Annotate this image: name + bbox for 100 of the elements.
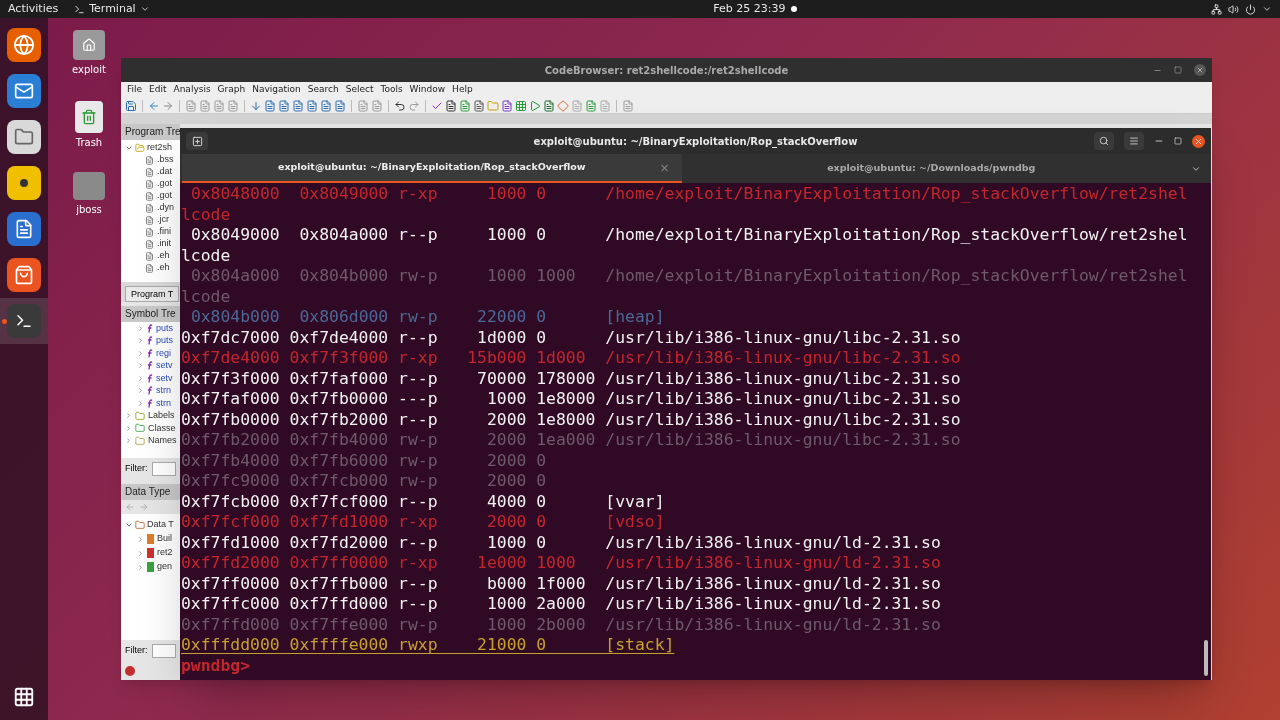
file-icon: [145, 215, 154, 225]
close-button[interactable]: [1194, 64, 1206, 76]
terminal-line: 0xfffdd000 0xffffe000 rwxp 21000 0 [stack]: [181, 635, 676, 656]
save-icon[interactable]: [125, 99, 137, 112]
menu-item[interactable]: Select: [345, 83, 374, 97]
panel-tab[interactable]: Program T: [125, 286, 180, 302]
tree-item[interactable]: .bss: [157, 153, 174, 167]
function-icon: [147, 348, 153, 358]
terminal-tab[interactable]: exploit@ubuntu: ~/Downloads/pwndbg: [681, 154, 1181, 183]
menu-item[interactable]: Tools: [380, 83, 403, 97]
activities-button[interactable]: Activities: [8, 0, 59, 18]
document-icon[interactable]: [445, 99, 457, 112]
file-icon: [145, 263, 154, 273]
filter-field[interactable]: [151, 644, 176, 658]
tree-item[interactable]: puts: [156, 334, 173, 348]
browser-icon[interactable]: [7, 28, 41, 62]
file-icon: [145, 239, 154, 249]
home-folder-icon[interactable]: [73, 30, 105, 60]
search-icon: [1099, 136, 1109, 146]
desktop-icon-label: Trash: [75, 136, 103, 150]
terminal-line: 0x8049000 0x804a000 r--p 1000 0 /home/exploit/BinaryExploitation/Rop_stackOverflow/ret2shellcode: [181, 225, 1189, 266]
tree-item[interactable]: ret2sh: [147, 141, 172, 155]
tree-item[interactable]: Names: [148, 434, 177, 448]
tree-item[interactable]: .init: [157, 237, 171, 251]
terminal-line: 0xf7fcf000 0xf7fd1000 r-xp 2000 0 [vdso]: [181, 512, 666, 533]
tree-item[interactable]: gen: [157, 560, 173, 574]
tree-item[interactable]: Labels: [148, 409, 175, 423]
tree-item[interactable]: Classe: [148, 421, 176, 435]
desktop-icon-label: exploit: [72, 63, 106, 77]
document-icon[interactable]: [7, 212, 41, 246]
tree-item[interactable]: .jcr: [157, 213, 169, 227]
tree-item[interactable]: .dyn: [157, 201, 174, 215]
volume-icon[interactable]: [1228, 3, 1239, 15]
scrollbar[interactable]: [1204, 640, 1208, 676]
tree-item[interactable]: .eh: [157, 249, 170, 263]
tree-item[interactable]: .dat: [157, 165, 172, 179]
tree-item[interactable]: .got: [157, 177, 172, 191]
function-icon: [147, 398, 153, 408]
tree-item[interactable]: ret2: [157, 546, 173, 560]
terminal-icon: [74, 3, 86, 15]
panel-title: Data Type: [121, 484, 180, 500]
new-tab-button[interactable]: [186, 132, 208, 150]
filter-label: Filter:: [125, 462, 148, 476]
speaker-icon[interactable]: [7, 166, 41, 200]
tree-item[interactable]: .eh: [157, 261, 170, 275]
shopping-bag-icon[interactable]: [7, 258, 41, 292]
menu-item[interactable]: Analysis: [173, 83, 211, 97]
forward-arrow-icon[interactable]: [139, 502, 149, 512]
file-icon: [145, 167, 154, 177]
menu-item[interactable]: Window: [409, 83, 446, 97]
menu-item[interactable]: Navigation: [252, 83, 301, 97]
terminal-line: 0x804b000 0x806d000 rw-p 22000 0 [heap]: [189, 307, 666, 328]
caret-icon[interactable]: [1262, 4, 1272, 14]
terminal-icon[interactable]: [7, 304, 41, 338]
tree-item[interactable]: .got: [157, 189, 172, 203]
desktop-icon-label: jboss: [76, 203, 102, 217]
terminal-line: 0x8048000 0x8049000 r-xp 1000 0 /home/exploit/BinaryExploitation/Rop_stackOverflow/ret2shellcode: [181, 184, 1189, 225]
terminal-tab[interactable]: exploit@ubuntu: ~/BinaryExploitation/Rop_stackOverflow ×: [182, 154, 682, 183]
function-icon: [147, 361, 153, 371]
back-arrow-icon[interactable]: [148, 99, 160, 112]
menu-item[interactable]: Edit: [149, 83, 167, 97]
tree-item[interactable]: regi: [156, 346, 171, 360]
terminal-line: 0xf7dc7000 0xf7de4000 r--p 1d000 0 /usr/lib/i386-linux-gnu/libc-2.31.so: [181, 327, 962, 348]
terminal-line: 0xf7fcb000 0xf7fcf000 r--p 4000 0 [vvar]: [181, 491, 666, 512]
power-icon[interactable]: [1245, 3, 1256, 15]
menu-item[interactable]: Graph: [217, 83, 246, 97]
filter-field[interactable]: [151, 462, 176, 476]
back-arrow-icon[interactable]: [125, 502, 135, 512]
mail-icon[interactable]: [7, 74, 41, 108]
menu-button[interactable]: [1124, 132, 1144, 150]
tree-item[interactable]: Data T: [147, 518, 174, 532]
file-icon: [145, 251, 154, 261]
terminal-line: 0xf7fb4000 0xf7fb6000 rw-p 2000 0: [181, 450, 548, 471]
undo-icon[interactable]: [394, 99, 406, 112]
app-menu[interactable]: Terminal: [74, 0, 150, 18]
files-icon[interactable]: [7, 120, 41, 154]
tree-item[interactable]: strn: [156, 384, 171, 398]
tree-item[interactable]: .fini: [157, 225, 171, 239]
terminal-line: 0xf7ff0000 0xf7ffb000 r--p b000 1f000 /usr/lib/i386-linux-gnu/ld-2.31.so: [181, 573, 942, 594]
tree-item[interactable]: Buil: [157, 532, 172, 546]
expand-icon[interactable]: [125, 144, 133, 152]
maximize-icon[interactable]: [1174, 66, 1182, 74]
file-icon: [145, 203, 154, 213]
close-button[interactable]: [1192, 134, 1205, 148]
down-arrow-icon[interactable]: [250, 99, 262, 112]
menu-item[interactable]: File: [127, 83, 143, 97]
tree-item[interactable]: setv: [156, 359, 173, 373]
network-icon[interactable]: [1211, 3, 1222, 15]
tree-item[interactable]: strn: [156, 396, 171, 410]
trash-icon[interactable]: [75, 101, 103, 133]
menu-item[interactable]: Search: [307, 83, 339, 97]
clock[interactable]: Feb 25 23:39: [713, 0, 786, 18]
tree-item[interactable]: setv: [156, 371, 173, 385]
play-icon[interactable]: [529, 99, 541, 112]
document-icon[interactable]: [473, 99, 485, 112]
forward-arrow-icon[interactable]: [162, 99, 174, 112]
menu-item[interactable]: Help: [452, 83, 473, 97]
tree-item[interactable]: puts: [156, 321, 173, 335]
file-icon: [145, 191, 154, 201]
search-button[interactable]: [1094, 132, 1114, 150]
